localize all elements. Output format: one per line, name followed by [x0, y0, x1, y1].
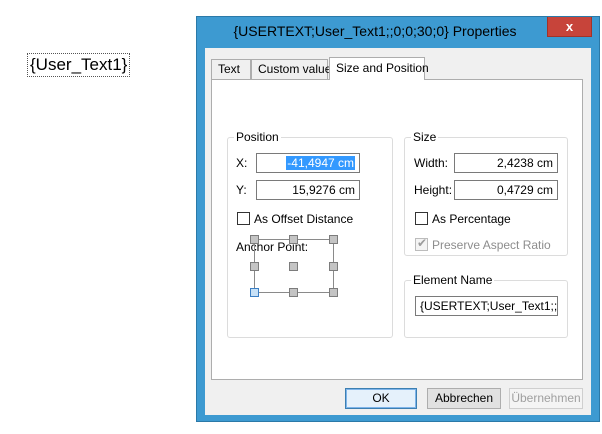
properties-dialog: {USERTEXT;User_Text1;;0;0;30;0} Properti… [196, 16, 600, 422]
dialog-client-area: Text Custom value Size and Position Posi… [205, 48, 591, 415]
offset-checkbox[interactable] [237, 212, 250, 225]
ok-button[interactable]: OK [345, 388, 417, 409]
dialog-title: {USERTEXT;User_Text1;;0;0;30;0} Properti… [233, 23, 517, 39]
anchor-top-right[interactable] [329, 235, 338, 244]
width-input[interactable]: 2,4238 cm [454, 153, 558, 173]
anchor-bottom-left[interactable] [250, 288, 259, 297]
title-bar[interactable]: {USERTEXT;User_Text1;;0;0;30;0} Properti… [197, 17, 599, 47]
cancel-button[interactable]: Abbrechen [427, 388, 501, 409]
anchor-bottom-center[interactable] [289, 288, 298, 297]
element-name-group-label: Element Name [411, 273, 495, 287]
x-value: -41,4947 cm [286, 156, 355, 170]
element-name-input[interactable]: {USERTEXT;User_Text1;;0;0;( [415, 296, 558, 316]
tab-text[interactable]: Text [211, 59, 251, 79]
aspect-ratio-label: Preserve Aspect Ratio [432, 238, 551, 252]
width-label: Width: [414, 156, 449, 170]
aspect-ratio-checkbox[interactable]: ✔ [415, 236, 428, 251]
checkmark-icon: ✔ [417, 236, 428, 250]
x-label: X: [236, 156, 248, 170]
percentage-label: As Percentage [432, 212, 511, 226]
offset-label: As Offset Distance [254, 212, 354, 226]
tab-custom-value[interactable]: Custom value [251, 59, 331, 79]
anchor-top-center[interactable] [289, 235, 298, 244]
y-input[interactable]: 15,9276 cm [256, 180, 360, 200]
close-icon: x [565, 19, 574, 34]
height-label: Height: [414, 183, 453, 197]
canvas-text-object[interactable]: {User_Text1} [27, 53, 131, 77]
anchor-middle-right[interactable] [329, 262, 338, 271]
anchor-middle-left[interactable] [250, 262, 259, 271]
position-group-label: Position [234, 130, 281, 144]
size-group-label: Size [411, 130, 439, 144]
apply-button[interactable]: Übernehmen [509, 388, 583, 409]
y-label: Y: [236, 183, 247, 197]
height-input[interactable]: 0,4729 cm [454, 180, 558, 200]
percentage-checkbox[interactable] [415, 212, 428, 225]
x-input[interactable]: -41,4947 cm [256, 153, 360, 173]
anchor-middle-center[interactable] [289, 262, 298, 271]
size-position-panel: Position X: -41,4947 cm Y: 15,9276 cm As… [211, 79, 583, 380]
anchor-bottom-right[interactable] [329, 288, 338, 297]
anchor-top-left[interactable] [250, 235, 259, 244]
tab-size-and-position[interactable]: Size and Position [329, 57, 429, 80]
close-button[interactable]: x [547, 17, 592, 37]
anchor-point-selector [249, 234, 341, 302]
